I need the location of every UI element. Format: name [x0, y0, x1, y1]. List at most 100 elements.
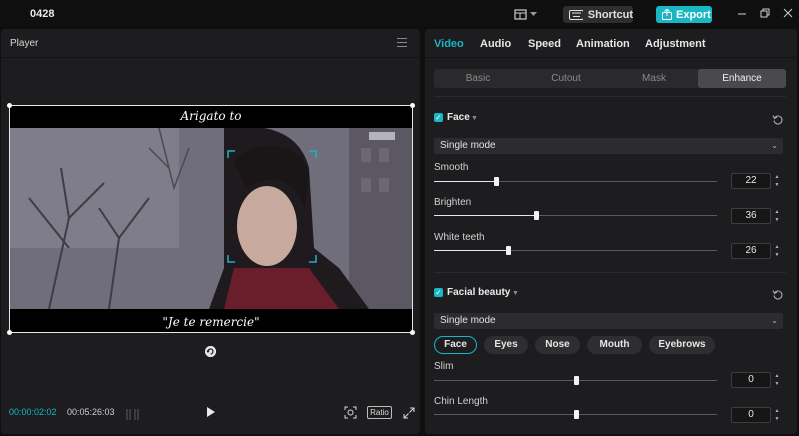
- slider-thumb[interactable]: [573, 376, 579, 385]
- export-label: Export: [676, 8, 711, 21]
- slim-stepper[interactable]: ▲ ▼: [773, 372, 781, 388]
- slim-slider[interactable]: [434, 376, 717, 385]
- player-menu-button[interactable]: [397, 38, 407, 50]
- subtab-basic[interactable]: Basic: [434, 69, 522, 88]
- player-title: Player: [10, 38, 39, 49]
- smooth-slider[interactable]: [434, 177, 717, 186]
- tab-speed[interactable]: Speed: [528, 38, 561, 50]
- sub-tabs: Basic Cutout Mask Enhance: [434, 69, 786, 88]
- slim-value[interactable]: 0: [731, 372, 771, 388]
- resize-handle[interactable]: [7, 103, 12, 108]
- face-mode-dropdown[interactable]: Single mode ⌄: [434, 138, 783, 154]
- title-bar: 0428 Shortcut Export: [0, 0, 799, 28]
- tab-video[interactable]: Video: [434, 38, 464, 50]
- restore-icon: [760, 8, 770, 18]
- layout-menu-button[interactable]: [514, 6, 540, 22]
- chin-length-label: Chin Length: [434, 396, 488, 407]
- minimize-icon: [738, 13, 746, 15]
- face-reset-button[interactable]: [772, 112, 783, 125]
- export-button[interactable]: Export: [656, 6, 712, 23]
- smooth-value[interactable]: 22: [731, 173, 771, 189]
- resize-handle[interactable]: [7, 330, 12, 335]
- total-time: 00:05:26:03: [67, 407, 115, 417]
- close-button[interactable]: [781, 7, 795, 21]
- divider: [434, 96, 786, 97]
- chevron-down-icon[interactable]: ▼: [471, 115, 478, 122]
- menu-icon-line: [397, 38, 407, 39]
- ratio-button[interactable]: Ratio: [367, 406, 392, 419]
- facial-beauty-reset-button[interactable]: [772, 287, 783, 300]
- slider-thumb[interactable]: [494, 177, 500, 186]
- facial-beauty-mode-value: Single mode: [440, 315, 496, 326]
- chin-length-stepper[interactable]: ▲ ▼: [773, 407, 781, 423]
- slim-label: Slim: [434, 361, 454, 372]
- shortcut-label: Shortcut: [587, 8, 633, 21]
- chin-length-value[interactable]: 0: [731, 407, 771, 423]
- slider-fill: [434, 215, 536, 216]
- divider: [434, 272, 786, 273]
- chevron-down-icon: ⌄: [771, 316, 778, 325]
- slider-fill: [434, 250, 508, 251]
- white-teeth-label: White teeth: [434, 232, 485, 243]
- slider-fill: [434, 181, 497, 182]
- chin-length-slider[interactable]: [434, 410, 717, 419]
- menu-icon-line: [397, 46, 407, 47]
- tab-animation[interactable]: Animation: [576, 38, 630, 50]
- brighten-value[interactable]: 36: [731, 208, 771, 224]
- fullscreen-icon: [403, 407, 415, 419]
- pill-eyes[interactable]: Eyes: [484, 336, 528, 354]
- tab-audio[interactable]: Audio: [480, 38, 511, 50]
- facial-beauty-mode-dropdown[interactable]: Single mode ⌄: [434, 313, 783, 329]
- subtab-enhance[interactable]: Enhance: [698, 69, 786, 88]
- slider-thumb[interactable]: [505, 246, 511, 255]
- reset-icon: [772, 290, 783, 300]
- timeline-ruler-icon[interactable]: [126, 407, 140, 420]
- subtab-mask[interactable]: Mask: [610, 69, 698, 88]
- rotate-handle[interactable]: [205, 346, 216, 357]
- facial-beauty-section-title: Facial beauty: [447, 287, 511, 298]
- brighten-stepper[interactable]: ▲ ▼: [773, 208, 781, 224]
- white-teeth-stepper[interactable]: ▲ ▼: [773, 243, 781, 259]
- smooth-label: Smooth: [434, 162, 469, 173]
- slider-thumb[interactable]: [533, 211, 539, 220]
- pill-face[interactable]: Face: [434, 336, 477, 354]
- player-panel: Player Arigato to "Je te remercie" 00:00…: [1, 29, 420, 434]
- resize-handle[interactable]: [410, 103, 415, 108]
- close-icon: [783, 8, 793, 18]
- chevron-down-icon: ⌄: [771, 141, 778, 150]
- facial-beauty-checkbox[interactable]: ✓: [434, 288, 443, 297]
- play-icon: [207, 407, 215, 417]
- smooth-stepper[interactable]: ▲ ▼: [773, 173, 781, 189]
- pill-eyebrows[interactable]: Eyebrows: [649, 336, 715, 354]
- brighten-slider[interactable]: [434, 211, 717, 220]
- selection-frame[interactable]: [7, 103, 415, 335]
- resize-handle[interactable]: [410, 330, 415, 335]
- play-button[interactable]: [205, 405, 217, 419]
- restore-button[interactable]: [758, 7, 772, 21]
- white-teeth-slider[interactable]: [434, 246, 717, 255]
- fit-to-screen-button[interactable]: [344, 406, 357, 419]
- fit-icon: [344, 406, 357, 419]
- chevron-down-icon: [530, 11, 537, 16]
- layout-icon: [514, 8, 527, 20]
- subtab-cutout[interactable]: Cutout: [522, 69, 610, 88]
- face-checkbox[interactable]: ✓: [434, 113, 443, 122]
- pill-mouth[interactable]: Mouth: [587, 336, 642, 354]
- slider-thumb[interactable]: [573, 410, 579, 419]
- shortcut-button[interactable]: Shortcut: [563, 6, 633, 23]
- face-section-title: Face: [447, 112, 470, 123]
- export-icon: [662, 9, 672, 20]
- minimize-button[interactable]: [735, 7, 749, 21]
- reset-icon: [772, 115, 783, 125]
- brighten-label: Brighten: [434, 197, 472, 208]
- fullscreen-button[interactable]: [403, 406, 415, 419]
- tab-adjustment[interactable]: Adjustment: [645, 38, 706, 50]
- face-mode-value: Single mode: [440, 140, 496, 151]
- player-header: Player: [1, 29, 420, 58]
- rotate-icon: [205, 346, 216, 357]
- chevron-down-icon[interactable]: ▼: [512, 290, 519, 297]
- inspector-panel: Video Audio Speed Animation Adjustment B…: [425, 29, 797, 434]
- pill-nose[interactable]: Nose: [535, 336, 580, 354]
- white-teeth-value[interactable]: 26: [731, 243, 771, 259]
- menu-icon-line: [397, 42, 407, 43]
